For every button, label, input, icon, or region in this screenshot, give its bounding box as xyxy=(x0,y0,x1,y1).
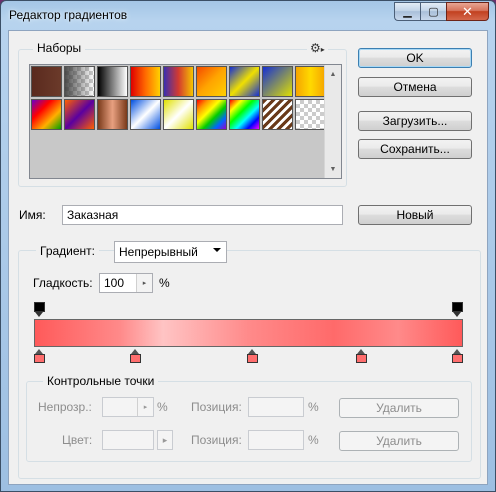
color-stop-swatch xyxy=(355,354,367,363)
color-position-input[interactable] xyxy=(248,430,304,450)
preset-swatch[interactable] xyxy=(163,66,194,97)
preset-swatch[interactable] xyxy=(262,99,293,130)
opacity-position-unit: % xyxy=(308,400,319,414)
opacity-unit: % xyxy=(157,400,168,414)
smoothness-label: Гладкость: xyxy=(33,276,93,290)
preset-swatch[interactable] xyxy=(163,99,194,130)
dialog-body: Наборы ⚙▸ ▲ ▼ OK Отмена Загрузить... Сох… xyxy=(8,30,488,485)
smoothness-value: 100 xyxy=(104,276,125,290)
color-label: Цвет: xyxy=(62,433,93,447)
preset-swatch[interactable] xyxy=(295,66,326,97)
preset-swatch[interactable] xyxy=(31,66,62,97)
color-stop-swatch xyxy=(247,354,259,363)
presets-label: Наборы xyxy=(33,41,86,55)
presets-scrollbar[interactable]: ▲ ▼ xyxy=(324,65,341,178)
chevron-down-icon xyxy=(213,248,221,252)
spin-right-icon[interactable]: ▸ xyxy=(137,398,153,416)
cancel-button[interactable]: Отмена xyxy=(358,77,472,97)
gradient-type-select[interactable]: Непрерывный xyxy=(114,241,227,263)
color-stop-swatch xyxy=(34,354,45,363)
gradient-editor-window: Редактор градиентов ▁ ▢ ✕ Наборы ⚙▸ ▲ ▼ … xyxy=(0,0,496,492)
preset-swatch[interactable] xyxy=(64,66,95,97)
gradient-type-value: Непрерывный xyxy=(119,245,198,259)
opacity-stop-swatch xyxy=(452,302,463,312)
maximize-icon: ▢ xyxy=(428,6,439,18)
preset-swatch[interactable] xyxy=(229,66,260,97)
gradient-type-label: Градиент: xyxy=(36,244,100,258)
name-input[interactable] xyxy=(62,205,343,225)
scroll-down-icon[interactable]: ▼ xyxy=(325,161,341,177)
preset-swatch[interactable] xyxy=(97,66,128,97)
close-icon: ✕ xyxy=(462,3,473,19)
color-stop-marker[interactable] xyxy=(130,349,142,363)
smoothness-unit: % xyxy=(159,276,170,290)
preset-swatch[interactable] xyxy=(130,99,161,130)
opacity-position-label: Позиция: xyxy=(191,400,242,414)
preset-swatch[interactable] xyxy=(295,99,326,130)
color-stop-marker[interactable] xyxy=(452,349,463,363)
preset-swatch[interactable] xyxy=(97,99,128,130)
new-button[interactable]: Новый xyxy=(358,205,472,225)
stops-label: Контрольные точки xyxy=(43,374,159,388)
color-stop-marker[interactable] xyxy=(247,349,259,363)
opacity-stop-pointer xyxy=(35,312,43,317)
load-button[interactable]: Загрузить... xyxy=(358,111,472,131)
window-title: Редактор градиентов xyxy=(9,8,128,22)
spin-right-icon[interactable]: ▸ xyxy=(136,274,152,292)
preset-swatch[interactable] xyxy=(262,66,293,97)
smoothness-input[interactable]: 100 ▸ xyxy=(99,273,153,293)
presets-list[interactable]: ▲ ▼ xyxy=(29,64,342,179)
opacity-input[interactable]: ▸ xyxy=(102,397,154,417)
gradient-preview-bar[interactable] xyxy=(34,319,463,347)
preset-swatch[interactable] xyxy=(229,99,260,130)
color-stop-marker[interactable] xyxy=(34,349,45,363)
opacity-stop-pointer xyxy=(453,312,461,317)
preset-swatch[interactable] xyxy=(196,66,227,97)
name-label: Имя: xyxy=(19,208,46,222)
maximize-button[interactable]: ▢ xyxy=(420,2,446,21)
delete-opacity-stop-button[interactable]: Удалить xyxy=(339,398,459,418)
opacity-label: Непрозр.: xyxy=(38,400,92,414)
title-bar[interactable]: Редактор градиентов ▁ ▢ ✕ xyxy=(1,1,495,29)
color-stop-swatch xyxy=(452,354,463,363)
color-stop-marker[interactable] xyxy=(355,349,367,363)
opacity-stop-swatch xyxy=(34,302,45,312)
save-button[interactable]: Сохранить... xyxy=(358,139,472,159)
minimize-button[interactable]: ▁ xyxy=(394,2,420,21)
preset-swatch[interactable] xyxy=(64,99,95,130)
delete-color-stop-button[interactable]: Удалить xyxy=(339,431,459,451)
color-position-label: Позиция: xyxy=(191,433,242,447)
opacity-stop-marker[interactable] xyxy=(452,302,463,317)
presets-menu-button[interactable]: ⚙▸ xyxy=(307,41,328,55)
color-stop-swatch xyxy=(130,354,142,363)
opacity-position-input[interactable] xyxy=(248,397,304,417)
preset-swatch[interactable] xyxy=(196,99,227,130)
caret-right-icon: ▸ xyxy=(320,45,325,54)
gear-icon: ⚙ xyxy=(310,41,321,55)
preset-swatch[interactable] xyxy=(130,66,161,97)
minimize-icon: ▁ xyxy=(403,6,412,18)
preset-swatch[interactable] xyxy=(31,99,62,130)
opacity-stop-marker[interactable] xyxy=(34,302,45,317)
ok-button[interactable]: OK xyxy=(358,48,472,68)
preset-swatches xyxy=(31,66,326,130)
window-controls: ▁ ▢ ✕ xyxy=(394,2,489,21)
color-swatch-field[interactable] xyxy=(102,430,154,450)
color-menu-button[interactable]: ▸ xyxy=(157,430,173,450)
scroll-up-icon[interactable]: ▲ xyxy=(325,66,341,82)
close-button[interactable]: ✕ xyxy=(446,2,489,21)
caret-right-icon: ▸ xyxy=(162,434,168,445)
color-position-unit: % xyxy=(308,433,319,447)
